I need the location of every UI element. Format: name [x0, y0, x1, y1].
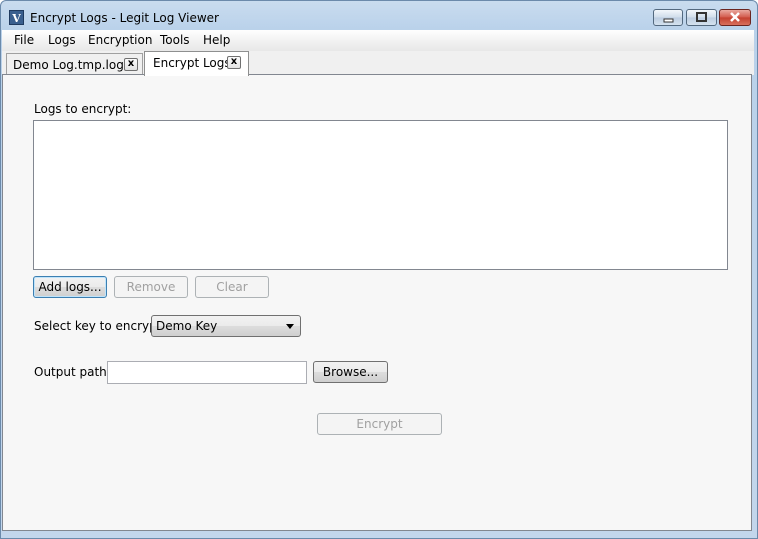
key-select[interactable]: Demo Key	[151, 315, 301, 337]
browse-button[interactable]: Browse...	[313, 361, 388, 383]
menu-logs[interactable]: Logs	[48, 33, 76, 47]
title-bar[interactable]: V Encrypt Logs - Legit Log Viewer	[1, 1, 757, 31]
output-path-input[interactable]	[107, 361, 307, 384]
menu-help[interactable]: Help	[203, 33, 230, 47]
remove-button[interactable]: Remove	[114, 276, 188, 298]
maximize-button[interactable]	[686, 9, 717, 26]
select-key-label: Select key to encrypt:	[34, 319, 166, 333]
logs-to-encrypt-label: Logs to encrypt:	[34, 102, 132, 116]
tab-close-icon[interactable]: x	[227, 56, 241, 69]
close-icon	[730, 12, 740, 22]
maximize-icon	[696, 12, 707, 22]
menu-file[interactable]: File	[14, 33, 34, 47]
clear-button[interactable]: Clear	[195, 276, 269, 298]
tab-label: Demo Log.tmp.log	[13, 58, 124, 72]
app-logo-icon: V	[9, 10, 24, 25]
window-title: Encrypt Logs - Legit Log Viewer	[30, 11, 219, 25]
output-path-label: Output path:	[34, 365, 111, 379]
tab-demo-log[interactable]: Demo Log.tmp.log x	[6, 53, 143, 75]
close-window-button[interactable]	[719, 9, 751, 26]
tab-label: Encrypt Logs	[153, 56, 231, 70]
encrypt-button[interactable]: Encrypt	[317, 413, 442, 435]
menu-tools[interactable]: Tools	[160, 33, 190, 47]
encrypt-logs-panel: Logs to encrypt: Add logs... Remove Clea…	[2, 74, 752, 531]
menu-bar: File Logs Encryption Tools Help	[2, 30, 754, 51]
tab-close-icon[interactable]: x	[124, 58, 138, 71]
tab-encrypt-logs[interactable]: Encrypt Logs x	[144, 51, 249, 76]
app-window: V Encrypt Logs - Legit Log Viewer File L…	[0, 0, 758, 539]
tab-strip: Demo Log.tmp.log x Encrypt Logs x	[2, 51, 754, 76]
menu-encryption[interactable]: Encryption	[88, 33, 152, 47]
minimize-icon	[663, 18, 674, 23]
dropdown-arrow-icon	[286, 324, 294, 329]
key-select-value: Demo Key	[156, 319, 218, 333]
logs-list[interactable]	[33, 120, 728, 270]
minimize-button[interactable]	[653, 9, 683, 26]
add-logs-button[interactable]: Add logs...	[33, 276, 107, 298]
